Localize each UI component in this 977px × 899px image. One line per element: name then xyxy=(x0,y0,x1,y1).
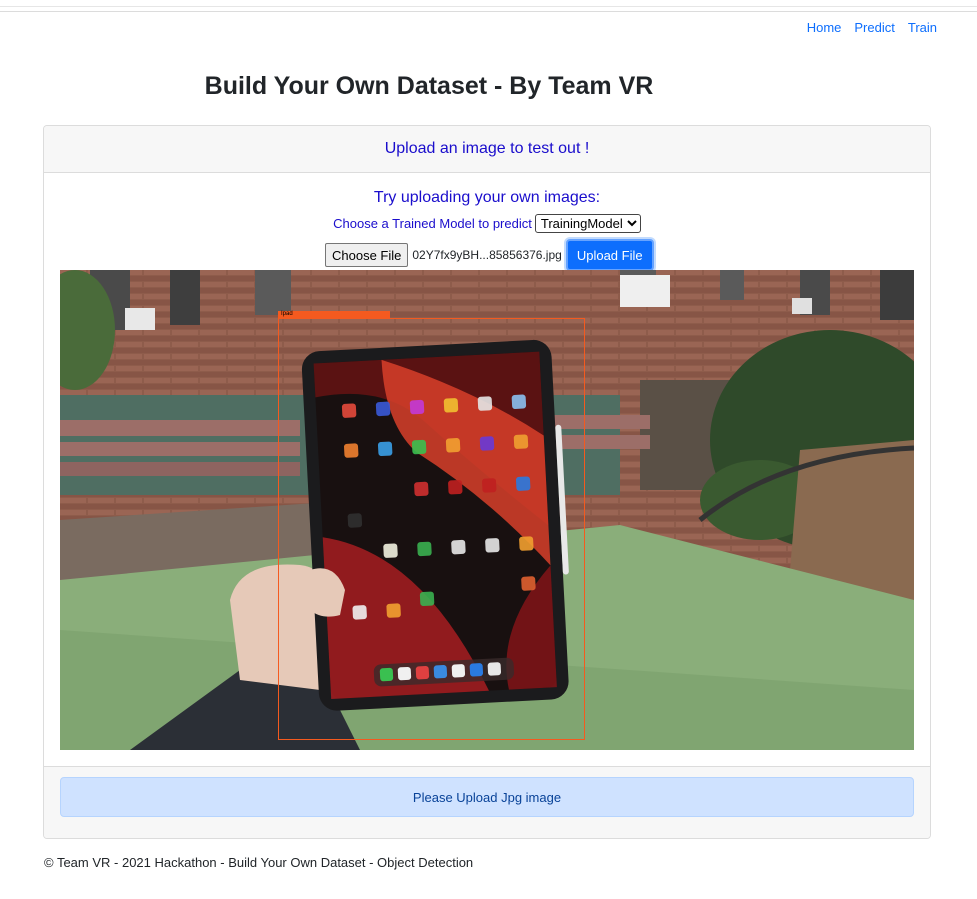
upload-card: Upload an image to test out ! Try upload… xyxy=(43,125,931,839)
model-select-row: Choose a Trained Model to predict Traini… xyxy=(44,214,930,233)
card-body: Try uploading your own images: Choose a … xyxy=(44,173,930,766)
upload-alert: Please Upload Jpg image xyxy=(60,777,914,817)
top-nav: Home Predict Train xyxy=(807,20,937,35)
card-header-title: Upload an image to test out ! xyxy=(384,140,590,157)
model-select-label: Choose a Trained Model to predict xyxy=(333,216,532,231)
nav-predict-link[interactable]: Predict xyxy=(854,20,894,35)
file-upload-row: Choose File 02Y7fx9yBH...85856376.jpg Up… xyxy=(325,239,654,271)
choose-file-button[interactable]: Choose File xyxy=(325,243,409,267)
nav-home-link[interactable]: Home xyxy=(807,20,842,35)
detection-bounding-box xyxy=(278,318,585,740)
browser-top-strip xyxy=(0,0,977,12)
selected-file-name: 02Y7fx9yBH...85856376.jpg xyxy=(412,248,562,262)
upload-file-button[interactable]: Upload File xyxy=(565,239,654,271)
page-footer: © Team VR - 2021 Hackathon - Build Your … xyxy=(44,855,474,870)
detection-label-bar xyxy=(278,311,390,319)
detection-label: Ipad xyxy=(281,311,293,317)
prediction-image: Ipad xyxy=(60,270,914,750)
card-header: Upload an image to test out ! xyxy=(44,126,930,173)
nav-train-link[interactable]: Train xyxy=(908,20,937,35)
upload-subheading: Try uploading your own images: xyxy=(373,189,601,206)
model-select[interactable]: TrainingModel xyxy=(534,214,641,233)
card-footer: Please Upload Jpg image xyxy=(44,766,930,838)
page-title: Build Your Own Dataset - By Team VR xyxy=(204,72,654,100)
